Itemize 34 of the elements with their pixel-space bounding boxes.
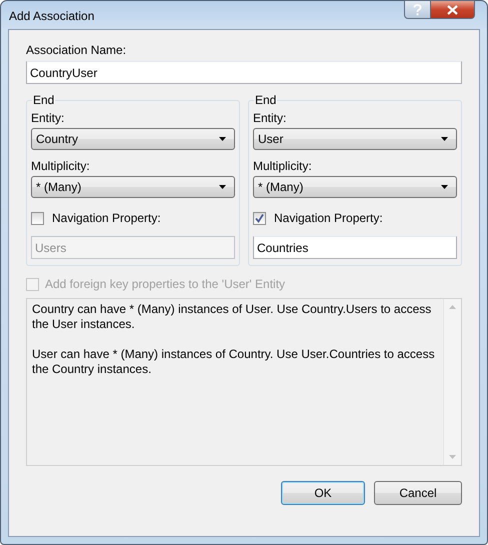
scroll-up-icon[interactable] bbox=[449, 305, 456, 309]
name-field[interactable]: CountryUser bbox=[26, 61, 462, 84]
cancel-button[interactable]: Cancel bbox=[374, 481, 462, 505]
group-title: End bbox=[32, 93, 56, 107]
window-title: Add Association bbox=[8, 8, 94, 23]
field-label: Association Name: bbox=[26, 43, 126, 57]
description-text: User can have * (Many) instances of Country. Use User.Countries to access the Country instances. bbox=[32, 347, 436, 377]
help-button[interactable] bbox=[404, 0, 431, 19]
question-mark-icon bbox=[413, 4, 422, 16]
field-label: Multiplicity: bbox=[253, 159, 312, 173]
navigation-property-field[interactable]: Countries bbox=[253, 236, 457, 259]
multiplicity-dropdown[interactable]: * (Many) bbox=[253, 176, 457, 198]
group-title: End bbox=[254, 93, 278, 107]
dropdown-arrow-icon bbox=[219, 137, 226, 141]
field-label: Multiplicity: bbox=[31, 159, 90, 173]
checkbox[interactable] bbox=[253, 212, 266, 224]
scroll-down-icon[interactable] bbox=[449, 455, 456, 459]
field-label: Entity: bbox=[31, 111, 64, 125]
description-text: Country can have * (Many) instances of User. Use Country.Users to access the User instances. bbox=[32, 302, 432, 332]
entity-dropdown[interactable]: Country bbox=[31, 128, 235, 150]
close-icon bbox=[447, 4, 458, 14]
checkbox-label[interactable]: Navigation Property: bbox=[52, 211, 161, 225]
scrollbar[interactable] bbox=[443, 299, 461, 465]
dropdown-arrow-icon bbox=[441, 185, 448, 189]
field-label: Entity: bbox=[253, 111, 286, 125]
close-button[interactable] bbox=[431, 0, 475, 19]
checkmark-icon bbox=[254, 212, 265, 224]
checkbox[interactable] bbox=[31, 212, 44, 224]
dropdown-arrow-icon bbox=[219, 185, 226, 189]
checkbox-label[interactable]: Navigation Property: bbox=[274, 211, 383, 225]
multiplicity-dropdown[interactable]: * (Many) bbox=[31, 176, 235, 198]
entity-dropdown[interactable]: User bbox=[253, 128, 457, 150]
ok-button[interactable]: OK bbox=[281, 481, 365, 505]
dropdown-arrow-icon bbox=[441, 137, 448, 141]
